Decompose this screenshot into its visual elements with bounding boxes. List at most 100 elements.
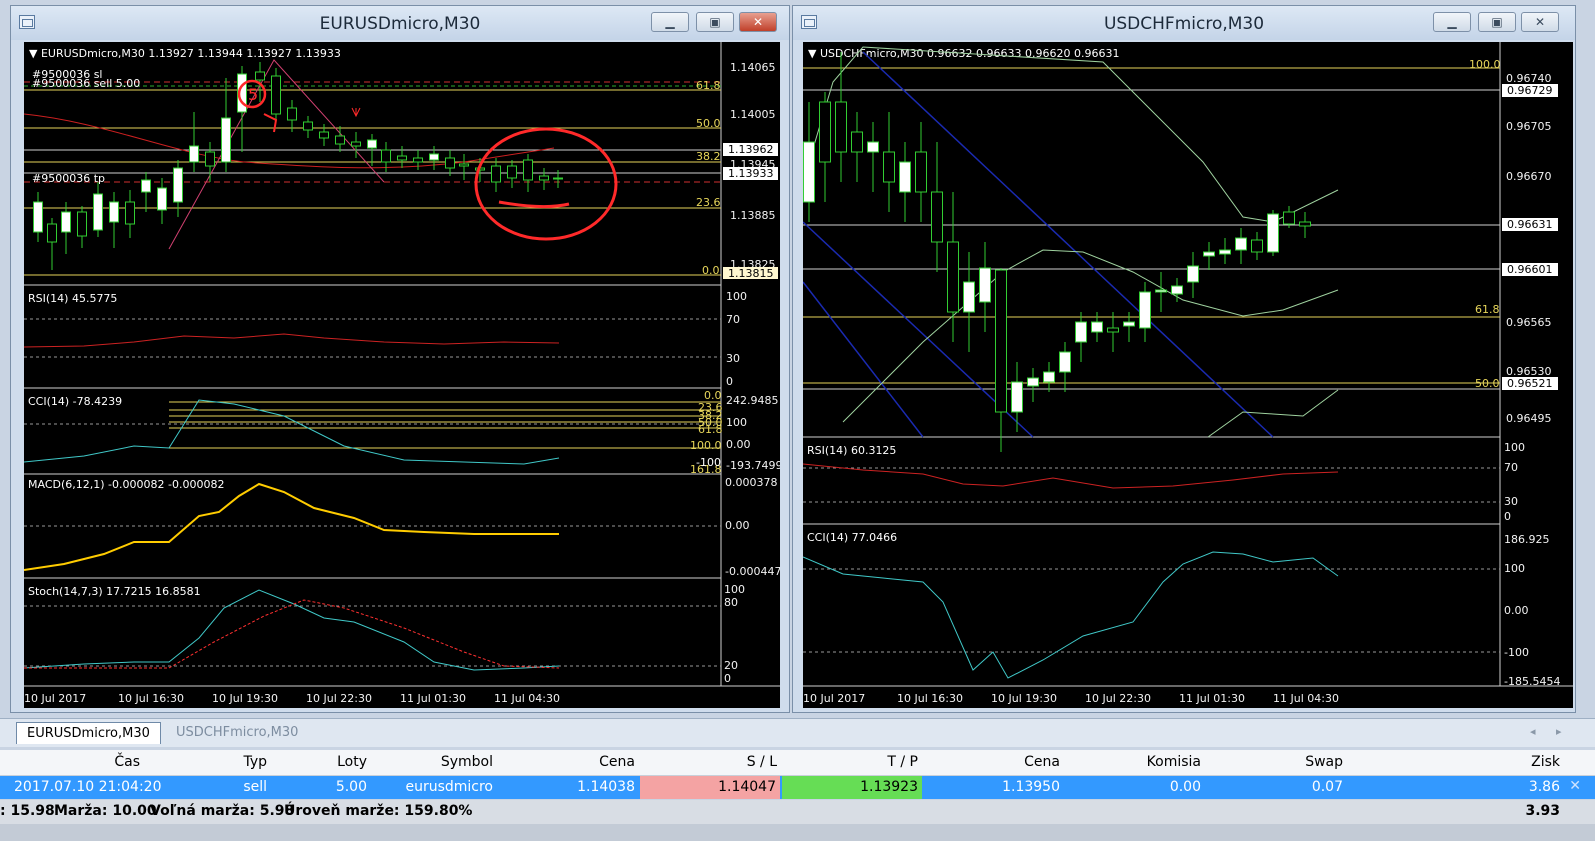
cci-fib-label: 61.8 xyxy=(698,423,723,436)
scroll-left-icon[interactable]: ◂ xyxy=(1530,725,1536,738)
chart-tabs: EURUSDmicro,M30 USDCHFmicro,M30 ◂ ▸ xyxy=(0,718,1595,747)
candle-body xyxy=(979,267,991,303)
col-header-commission[interactable]: Komisia xyxy=(1147,754,1201,770)
col-header-current-price[interactable]: Cena xyxy=(1024,754,1060,770)
scroll-right-icon[interactable]: ▸ xyxy=(1556,725,1562,738)
macd-axis-label: 0.00 xyxy=(725,519,750,532)
cci-label: CCI(14) 77.0466 xyxy=(807,531,897,544)
cell-stop-loss[interactable]: 1.14047 xyxy=(640,776,780,799)
eurusd-chart-svg: ▼ EURUSDmicro,M30 1.13927 1.13944 1.1392… xyxy=(24,42,780,705)
candle-body xyxy=(899,161,911,193)
candle-body xyxy=(287,107,297,121)
fib-label-61: 61.8 xyxy=(696,79,721,92)
candle-body xyxy=(1187,265,1199,283)
col-header-swap[interactable]: Swap xyxy=(1305,754,1343,770)
total-profit-text: 3.93 xyxy=(1525,803,1560,819)
eurusd-candles xyxy=(33,62,563,270)
candle-body xyxy=(319,131,329,139)
col-header-lots[interactable]: Loty xyxy=(337,754,367,770)
candle-body xyxy=(173,167,183,203)
minimize-button[interactable]: ▁ xyxy=(651,12,689,32)
minimize-button[interactable]: ▁ xyxy=(1433,12,1471,32)
col-header-type[interactable]: Typ xyxy=(243,754,267,770)
price-axis-label: 0.96705 xyxy=(1506,120,1552,133)
cell-lots: 5.00 xyxy=(335,779,367,795)
rsi-label: RSI(14) 60.3125 xyxy=(807,444,896,457)
usdchf-chart-svg: ▼ USDCHFmicro,M30 0.96632 0.96633 0.9662… xyxy=(803,42,1573,705)
tab-eurusd[interactable]: EURUSDmicro,M30 xyxy=(16,722,161,744)
candle-body xyxy=(1075,321,1087,343)
price-axis-label: 1.13885 xyxy=(730,209,776,222)
macd-label: MACD(6,12,1) -0.000082 -0.000082 xyxy=(28,478,224,491)
annotation-circle xyxy=(474,127,618,241)
rsi-axis-label: 100 xyxy=(1504,441,1525,454)
candle-body xyxy=(47,223,57,243)
candle-body xyxy=(1251,239,1263,253)
candle-body xyxy=(271,75,281,115)
time-axis-label: 11 Jul 04:30 xyxy=(494,692,560,705)
candle-body xyxy=(141,179,151,193)
candle-body xyxy=(413,157,423,163)
close-button[interactable]: ✕ xyxy=(1521,12,1559,32)
price-box: 0.96521 xyxy=(1507,377,1553,390)
maximize-button[interactable]: ▣ xyxy=(1478,12,1516,32)
candle-body xyxy=(109,201,119,223)
col-header-symbol[interactable]: Symbol xyxy=(441,754,493,770)
cci-axis-label: 0.00 xyxy=(1504,604,1529,617)
candle-body xyxy=(381,149,391,163)
candle-body xyxy=(1155,289,1167,293)
cell-swap: 0.07 xyxy=(1311,779,1343,795)
cell-type: sell xyxy=(243,779,267,795)
eurusd-chart-window[interactable]: EURUSDmicro,M30 ▁ ▣ ✕ ▼ EURUSDmicro,M30 … xyxy=(10,5,790,713)
col-header-tp[interactable]: T / P xyxy=(887,754,918,770)
close-order-icon[interactable]: ✕ xyxy=(1569,778,1581,794)
col-header-price[interactable]: Cena xyxy=(599,754,635,770)
candle-body xyxy=(1283,211,1295,225)
tab-usdchf[interactable]: USDCHFmicro,M30 xyxy=(166,722,308,744)
bollinger-upper xyxy=(803,46,1339,223)
price-axis-label: 0.96670 xyxy=(1506,170,1552,183)
order-label-tp: #9500036 tp xyxy=(32,172,105,185)
rsi-axis-label: 100 xyxy=(726,290,747,303)
candle-body xyxy=(1235,237,1247,251)
fib-label: 100.0 xyxy=(1469,58,1501,71)
candle-body xyxy=(915,151,927,193)
cci-line xyxy=(803,551,1339,679)
candle-body xyxy=(303,121,313,131)
price-box: 0.96631 xyxy=(1507,218,1553,231)
col-header-sl[interactable]: S / L xyxy=(747,754,777,770)
cell-take-profit[interactable]: 1.13923 xyxy=(782,776,922,799)
cci-axis-label: -185.5454 xyxy=(1504,675,1560,688)
arrow-down-icon xyxy=(351,107,361,118)
candle-body xyxy=(125,201,135,225)
price-axis-label: 1.14065 xyxy=(730,61,776,74)
eurusd-chart-area[interactable]: ▼ EURUSDmicro,M30 1.13927 1.13944 1.1392… xyxy=(24,42,780,708)
table-row[interactable]: 2017.07.10 21:04:20 sell 5.00 eurusdmicr… xyxy=(0,776,1595,799)
candle-body xyxy=(429,153,439,161)
candle-body xyxy=(835,101,847,153)
usdchf-title-bar[interactable]: USDCHFmicro,M30 ▁ ▣ ✕ xyxy=(793,6,1575,40)
close-button[interactable]: ✕ xyxy=(739,12,777,32)
col-header-time[interactable]: Čas xyxy=(114,754,140,770)
price-axis-label: 0.96565 xyxy=(1506,316,1552,329)
fib-label-50: 50.0 xyxy=(696,117,721,130)
usdchf-chart-window[interactable]: USDCHFmicro,M30 ▁ ▣ ✕ ▼ USDCHFmicro,M30 … xyxy=(792,5,1576,713)
rsi-line xyxy=(24,333,560,348)
candle-body xyxy=(157,187,167,211)
candle-body xyxy=(459,163,469,167)
time-axis-label: 10 Jul 22:30 xyxy=(1085,692,1151,705)
col-header-profit[interactable]: Zisk xyxy=(1531,754,1560,770)
maximize-button[interactable]: ▣ xyxy=(696,12,734,32)
candle-body xyxy=(507,165,517,179)
price-box: 1.13815 xyxy=(728,267,774,280)
stoch-axis-label: 0 xyxy=(724,672,731,685)
bollinger-middle xyxy=(842,249,1339,423)
candle-body xyxy=(883,151,895,183)
annotation-number: 5 xyxy=(248,85,258,104)
cci-extra-label: -100 xyxy=(696,456,721,469)
usdchf-chart-area[interactable]: ▼ USDCHFmicro,M30 0.96632 0.96633 0.9662… xyxy=(803,42,1573,708)
eurusd-title-bar[interactable]: EURUSDmicro,M30 ▁ ▣ ✕ xyxy=(11,6,789,40)
fib-label-38: 38.2 xyxy=(696,150,721,163)
candle-body xyxy=(1107,327,1119,333)
candle-body xyxy=(1267,213,1279,253)
